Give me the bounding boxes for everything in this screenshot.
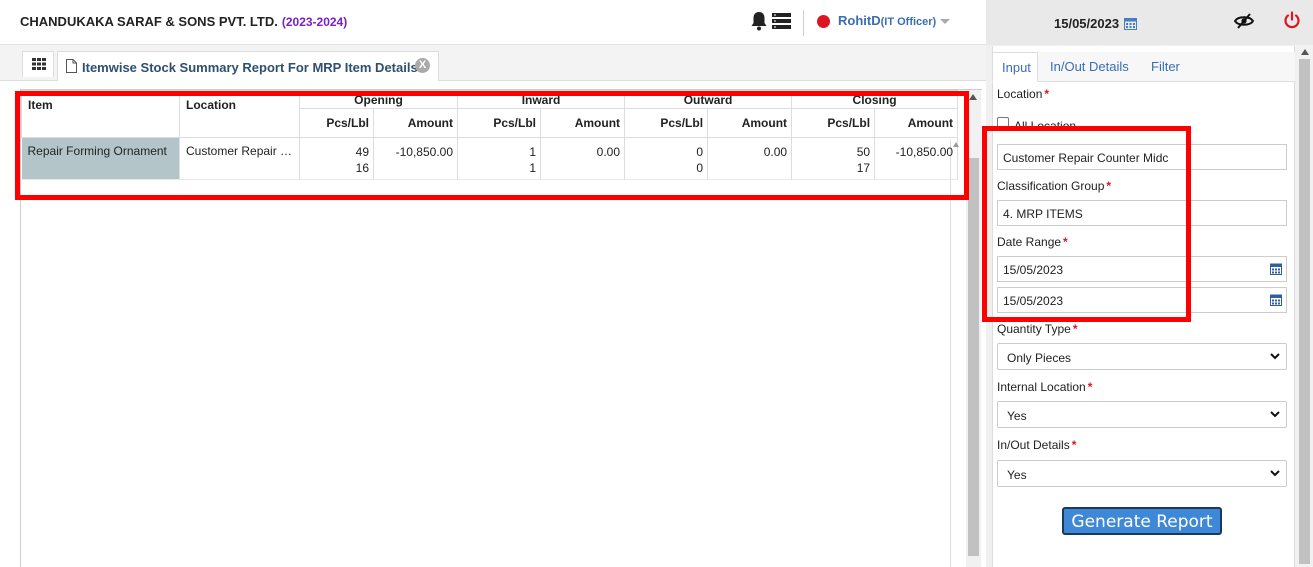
scroll-up-icon[interactable] xyxy=(969,94,977,100)
apps-grid-button[interactable] xyxy=(22,51,54,77)
status-dot-icon xyxy=(817,15,830,28)
top-bar: CHANDUKAKA SARAF & SONS PVT. LTD. (2023-2… xyxy=(0,0,986,45)
grid-right-border xyxy=(950,140,951,567)
tab-itemwise-stock-summary[interactable]: Itemwise Stock Summary Report For MRP It… xyxy=(57,51,439,81)
panel-scrollbar-thumb[interactable] xyxy=(1299,59,1310,564)
user-role: (IT Officer) xyxy=(880,16,937,28)
panel-scrollbar[interactable] xyxy=(1297,45,1313,567)
calendar-icon[interactable] xyxy=(1270,294,1282,306)
company-title: CHANDUKAKA SARAF & SONS PVT. LTD. xyxy=(20,14,278,29)
internal-location-select[interactable]: Yes xyxy=(997,401,1287,428)
financial-year[interactable]: (2023-2024) xyxy=(282,15,347,29)
grid-icon xyxy=(32,58,46,70)
in-out-details-label-text: In/Out Details xyxy=(997,438,1070,452)
current-date: 15/05/2023 xyxy=(1054,16,1120,31)
scrollbar-thumb[interactable] xyxy=(968,158,979,556)
required-mark: * xyxy=(1044,87,1050,101)
internal-location-value: Yes xyxy=(1007,409,1027,423)
calendar-icon[interactable] xyxy=(1124,17,1137,30)
location-label-text: Location xyxy=(997,87,1043,101)
bell-icon[interactable] xyxy=(750,11,768,31)
user-menu[interactable]: RohitD(IT Officer) xyxy=(838,13,951,28)
required-mark: * xyxy=(1072,322,1078,336)
required-mark: * xyxy=(1087,380,1093,394)
user-name: RohitD xyxy=(838,13,881,28)
in-out-details-label: In/Out Details * xyxy=(997,438,1076,452)
eye-slash-icon[interactable] xyxy=(1234,13,1254,29)
quantity-type-value: Only Pieces xyxy=(1007,351,1072,365)
quantity-type-label-text: Quantity Type xyxy=(997,322,1071,336)
tab-in-out-details[interactable]: In/Out Details xyxy=(1050,52,1129,82)
tab-bar: Itemwise Stock Summary Report For MRP It… xyxy=(0,45,986,81)
chevron-down-icon xyxy=(1270,470,1280,477)
quantity-type-label: Quantity Type * xyxy=(997,322,1078,336)
top-right-bar: 15/05/2023 xyxy=(986,0,1313,45)
in-out-details-select[interactable]: Yes xyxy=(997,460,1287,487)
document-icon xyxy=(66,59,77,73)
power-icon[interactable] xyxy=(1283,11,1301,29)
chevron-down-icon xyxy=(1270,353,1280,360)
internal-location-label: Internal Location * xyxy=(997,380,1092,394)
company-name: CHANDUKAKA SARAF & SONS PVT. LTD. (2023-2… xyxy=(20,14,347,29)
panel-scroll-up-icon[interactable] xyxy=(1301,49,1309,55)
required-mark: * xyxy=(1071,438,1077,452)
calendar-icon[interactable] xyxy=(1270,263,1282,275)
chevron-down-icon xyxy=(1270,411,1280,418)
chevron-down-icon xyxy=(940,19,951,25)
in-out-details-value: Yes xyxy=(1007,468,1027,482)
tab-input[interactable]: Input xyxy=(992,52,1038,82)
server-icon[interactable] xyxy=(772,13,791,29)
panel-tabs: Input In/Out Details Filter xyxy=(992,52,1295,82)
tab-filter[interactable]: Filter xyxy=(1151,52,1180,82)
highlight-box-filters xyxy=(982,126,1191,322)
highlight-box-grid xyxy=(15,91,969,200)
internal-location-label-text: Internal Location xyxy=(997,380,1086,394)
location-label: Location * xyxy=(997,87,1049,101)
header-divider xyxy=(803,10,804,36)
tab-title: Itemwise Stock Summary Report For MRP It… xyxy=(82,60,418,75)
quantity-type-select[interactable]: Only Pieces xyxy=(997,343,1287,370)
close-tab-icon[interactable]: X xyxy=(415,58,430,73)
generate-report-button[interactable]: Generate Report xyxy=(1062,507,1222,535)
